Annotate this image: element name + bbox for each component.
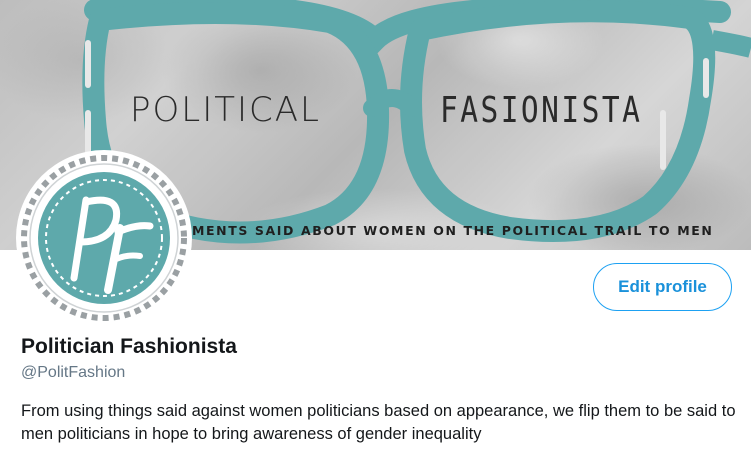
avatar[interactable]: [16, 150, 192, 326]
banner-word-fasionista: FASIONISTA: [440, 90, 643, 131]
user-handle: @PolitFashion: [21, 364, 126, 381]
banner-word-political: POLITICAL: [130, 90, 321, 130]
profile-bio: From using things said against women pol…: [21, 402, 736, 443]
banner-tagline: MENTS SAID ABOUT WOMEN ON THE POLITICAL …: [192, 223, 714, 238]
display-name: Politician Fashionista: [21, 335, 237, 358]
profile-page: POLITICAL FASIONISTA MENTS SAID ABOUT WO…: [0, 0, 751, 455]
edit-profile-button[interactable]: Edit profile: [593, 263, 732, 311]
pf-monogram-icon: [18, 152, 190, 324]
